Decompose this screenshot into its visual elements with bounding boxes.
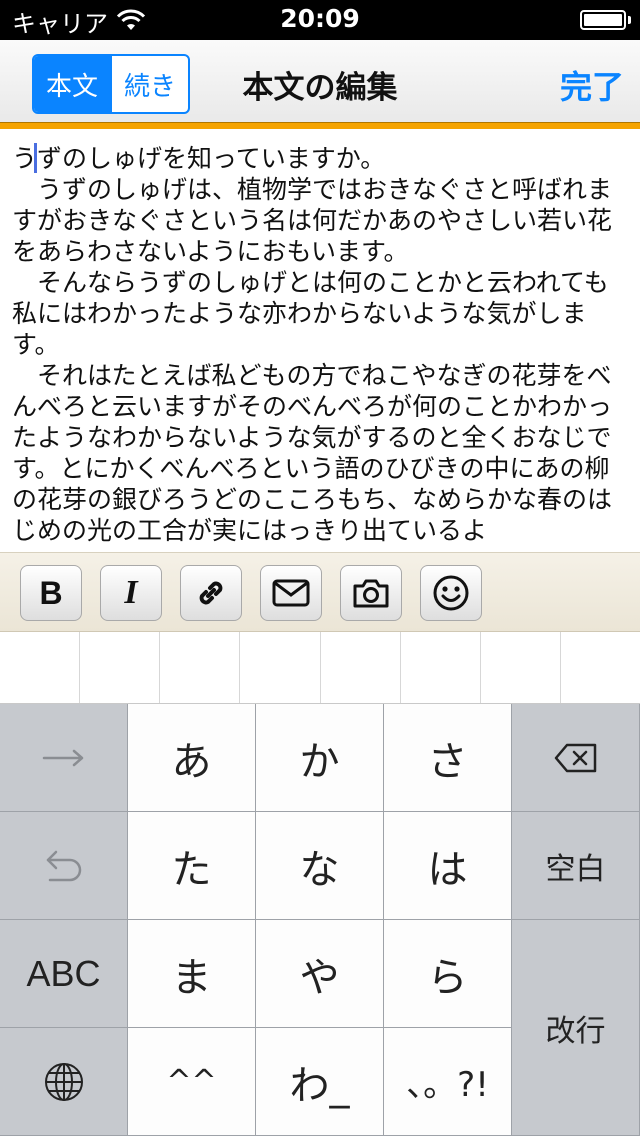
battery-tip — [628, 16, 631, 24]
space-key[interactable]: 空白 — [512, 812, 640, 920]
link-button[interactable] — [180, 565, 242, 621]
italic-button[interactable]: I — [100, 565, 162, 621]
navigation-bar: 本文 続き 本文の編集 完了 — [0, 40, 640, 122]
camera-button[interactable] — [340, 565, 402, 621]
emoji-button[interactable] — [420, 565, 482, 621]
undo-key[interactable] — [0, 812, 128, 920]
link-icon — [199, 581, 223, 605]
kana-key-a[interactable]: あ — [128, 704, 256, 812]
mail-button[interactable] — [260, 565, 322, 621]
status-time: 20:09 — [280, 4, 360, 33]
kana-key-wa[interactable]: わ_ — [256, 1028, 384, 1136]
editor-text[interactable]: うずのしゅげを知っていますか。 うずのしゅげは、植物学ではおきなぐさと呼ばれます… — [12, 143, 632, 546]
done-button[interactable]: 完了 — [560, 62, 624, 108]
globe-icon — [44, 1062, 83, 1101]
kana-key-ra[interactable]: ら — [384, 920, 512, 1028]
candidate-slot[interactable] — [80, 632, 161, 703]
camera-icon — [353, 579, 389, 608]
smiley-icon — [433, 575, 469, 611]
delete-icon — [554, 743, 596, 772]
text-caret — [34, 143, 37, 173]
undo-icon — [46, 850, 81, 881]
candidate-slot[interactable] — [481, 632, 561, 703]
candidate-slot[interactable] — [321, 632, 401, 703]
kana-key-ka[interactable]: か — [256, 704, 384, 812]
candidate-slot[interactable] — [240, 632, 321, 703]
punctuation-key[interactable]: 、。?! — [384, 1028, 512, 1136]
next-candidate-key[interactable] — [0, 704, 128, 812]
candidate-bar — [0, 632, 640, 704]
abc-key[interactable]: ABC — [0, 920, 128, 1028]
bold-button[interactable]: B — [20, 565, 82, 621]
delete-key[interactable] — [512, 704, 640, 812]
return-key[interactable]: 改行 — [512, 920, 640, 1136]
battery-icon — [580, 10, 626, 30]
candidate-slot[interactable] — [401, 632, 481, 703]
kana-key-na[interactable]: な — [256, 812, 384, 920]
candidate-slot[interactable] — [561, 632, 640, 703]
status-bar: キャリア 20:09 — [0, 0, 640, 40]
page-title: 本文の編集 — [242, 70, 398, 106]
globe-key[interactable] — [0, 1028, 128, 1136]
kana-key-sa[interactable]: さ — [384, 704, 512, 812]
arrow-right-icon — [42, 749, 83, 766]
candidate-slot[interactable] — [160, 632, 241, 703]
kana-key-ta[interactable]: た — [128, 812, 256, 920]
kana-key-ma[interactable]: ま — [128, 920, 256, 1028]
kana-key-ha[interactable]: は — [384, 812, 512, 920]
candidate-slot[interactable] — [0, 632, 81, 703]
text-editor[interactable]: うずのしゅげを知っていますか。 うずのしゅげは、植物学ではおきなぐさと呼ばれます… — [0, 129, 640, 552]
mail-icon — [272, 579, 310, 607]
kana-key-ya[interactable]: や — [256, 920, 384, 1028]
accent-divider — [0, 122, 640, 129]
kaomoji-key[interactable]: ^^ — [128, 1028, 256, 1136]
format-toolbar: B I — [0, 552, 640, 632]
kana-keyboard: ABC あ か さ た な は ま や ら ^^ わ_ 、。?! 空白 改行 — [0, 704, 640, 1136]
